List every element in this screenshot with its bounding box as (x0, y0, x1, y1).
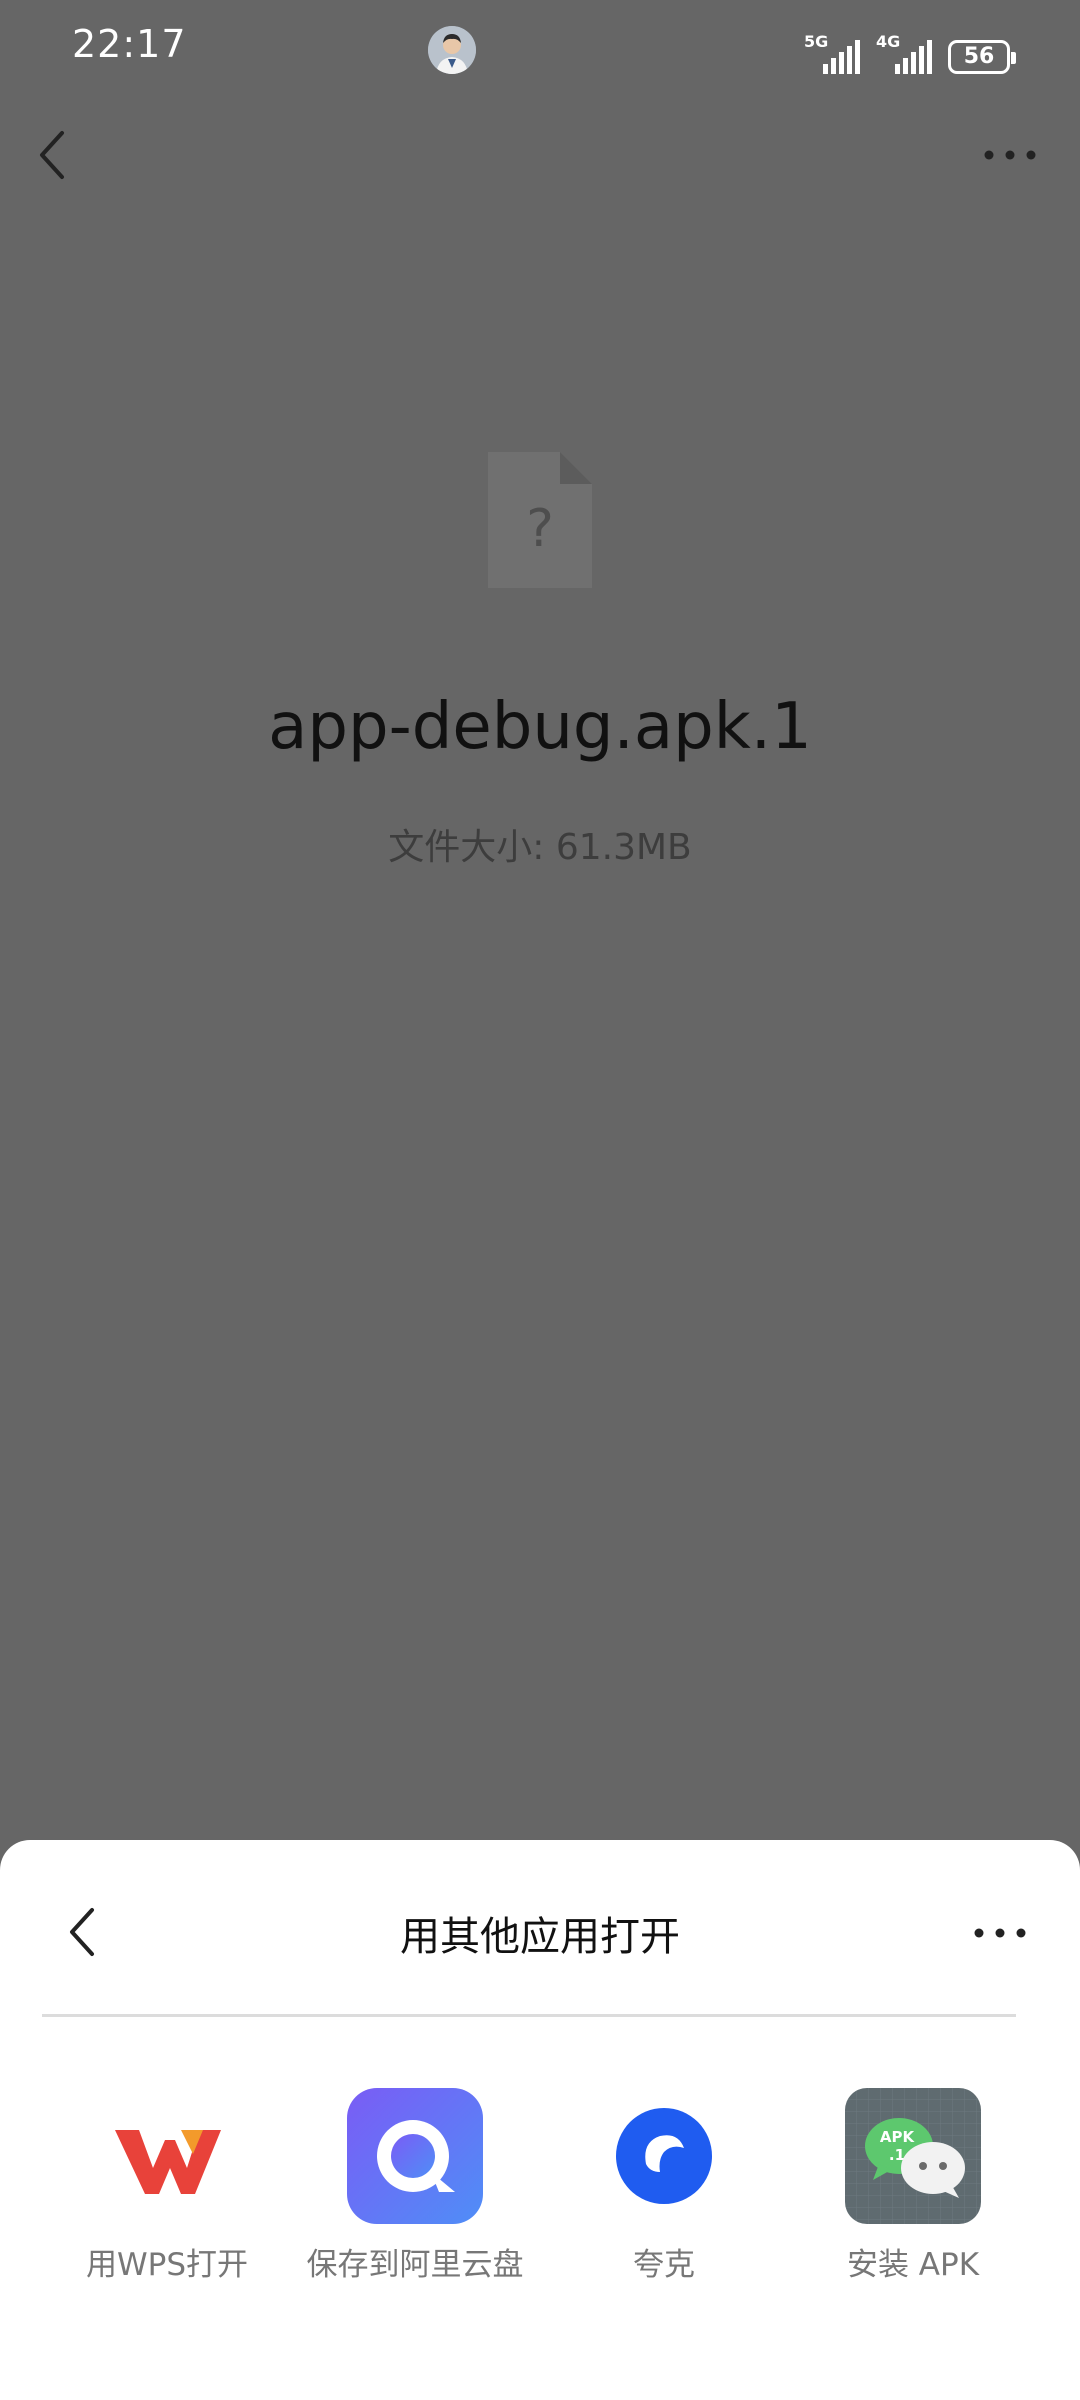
signal-5g-icon: 5G (804, 32, 860, 74)
wps-icon (99, 2088, 235, 2224)
signal-4g-icon: 4G (876, 32, 932, 74)
status-time: 22:17 (72, 22, 187, 66)
app-label: 用WPS打开 (85, 2247, 249, 2283)
avatar-image (428, 26, 476, 74)
app-option-install-apk[interactable]: APK .1 安装 APK (798, 2088, 1028, 2288)
app-option-aliyun-drive[interactable]: 保存到阿里云盘 (300, 2088, 530, 2288)
status-bar: 22:17 5G 4G 56 (0, 0, 1080, 100)
more-horizontal-icon (984, 150, 1036, 160)
app-option-wps[interactable]: 用WPS打开 (52, 2088, 282, 2288)
avatar (428, 26, 476, 74)
unknown-file-icon: ? (486, 450, 594, 590)
open-with-sheet: 用其他应用打开 用WPS打开 保存到阿里云盘 夸克 APK .1 安装 APK (0, 1840, 1080, 2400)
file-size: 文件大小: 61.3MB (388, 827, 692, 868)
chevron-left-icon (40, 131, 64, 179)
battery-level: 56 (963, 44, 995, 69)
status-indicators: 5G 4G 56 (804, 28, 1016, 74)
battery-icon: 56 (948, 40, 1016, 74)
back-button[interactable] (30, 125, 80, 185)
quark-icon (596, 2088, 732, 2224)
app-label: 夸克 (633, 2247, 695, 2283)
install-apk-icon: APK .1 (845, 2088, 981, 2224)
more-options-button[interactable] (980, 140, 1040, 170)
app-label: 保存到阿里云盘 (306, 2247, 524, 2283)
app-option-quark[interactable]: 夸克 (549, 2088, 779, 2288)
more-horizontal-icon (974, 1928, 1026, 1938)
app-label: 安装 APK (846, 2247, 980, 2283)
apk-badge-line1: APK (880, 2128, 916, 2146)
sheet-title: 用其他应用打开 (400, 1914, 680, 1960)
divider (42, 2014, 1016, 2017)
aliyun-drive-icon (347, 2088, 483, 2224)
sheet-more-button[interactable] (970, 1918, 1030, 1948)
file-name: app-debug.apk.1 (268, 690, 812, 764)
file-placeholder-glyph: ? (526, 499, 554, 559)
screen: 22:17 5G 4G 56 ? app-debug.apk.1 文件大小: 6… (0, 0, 1080, 2400)
